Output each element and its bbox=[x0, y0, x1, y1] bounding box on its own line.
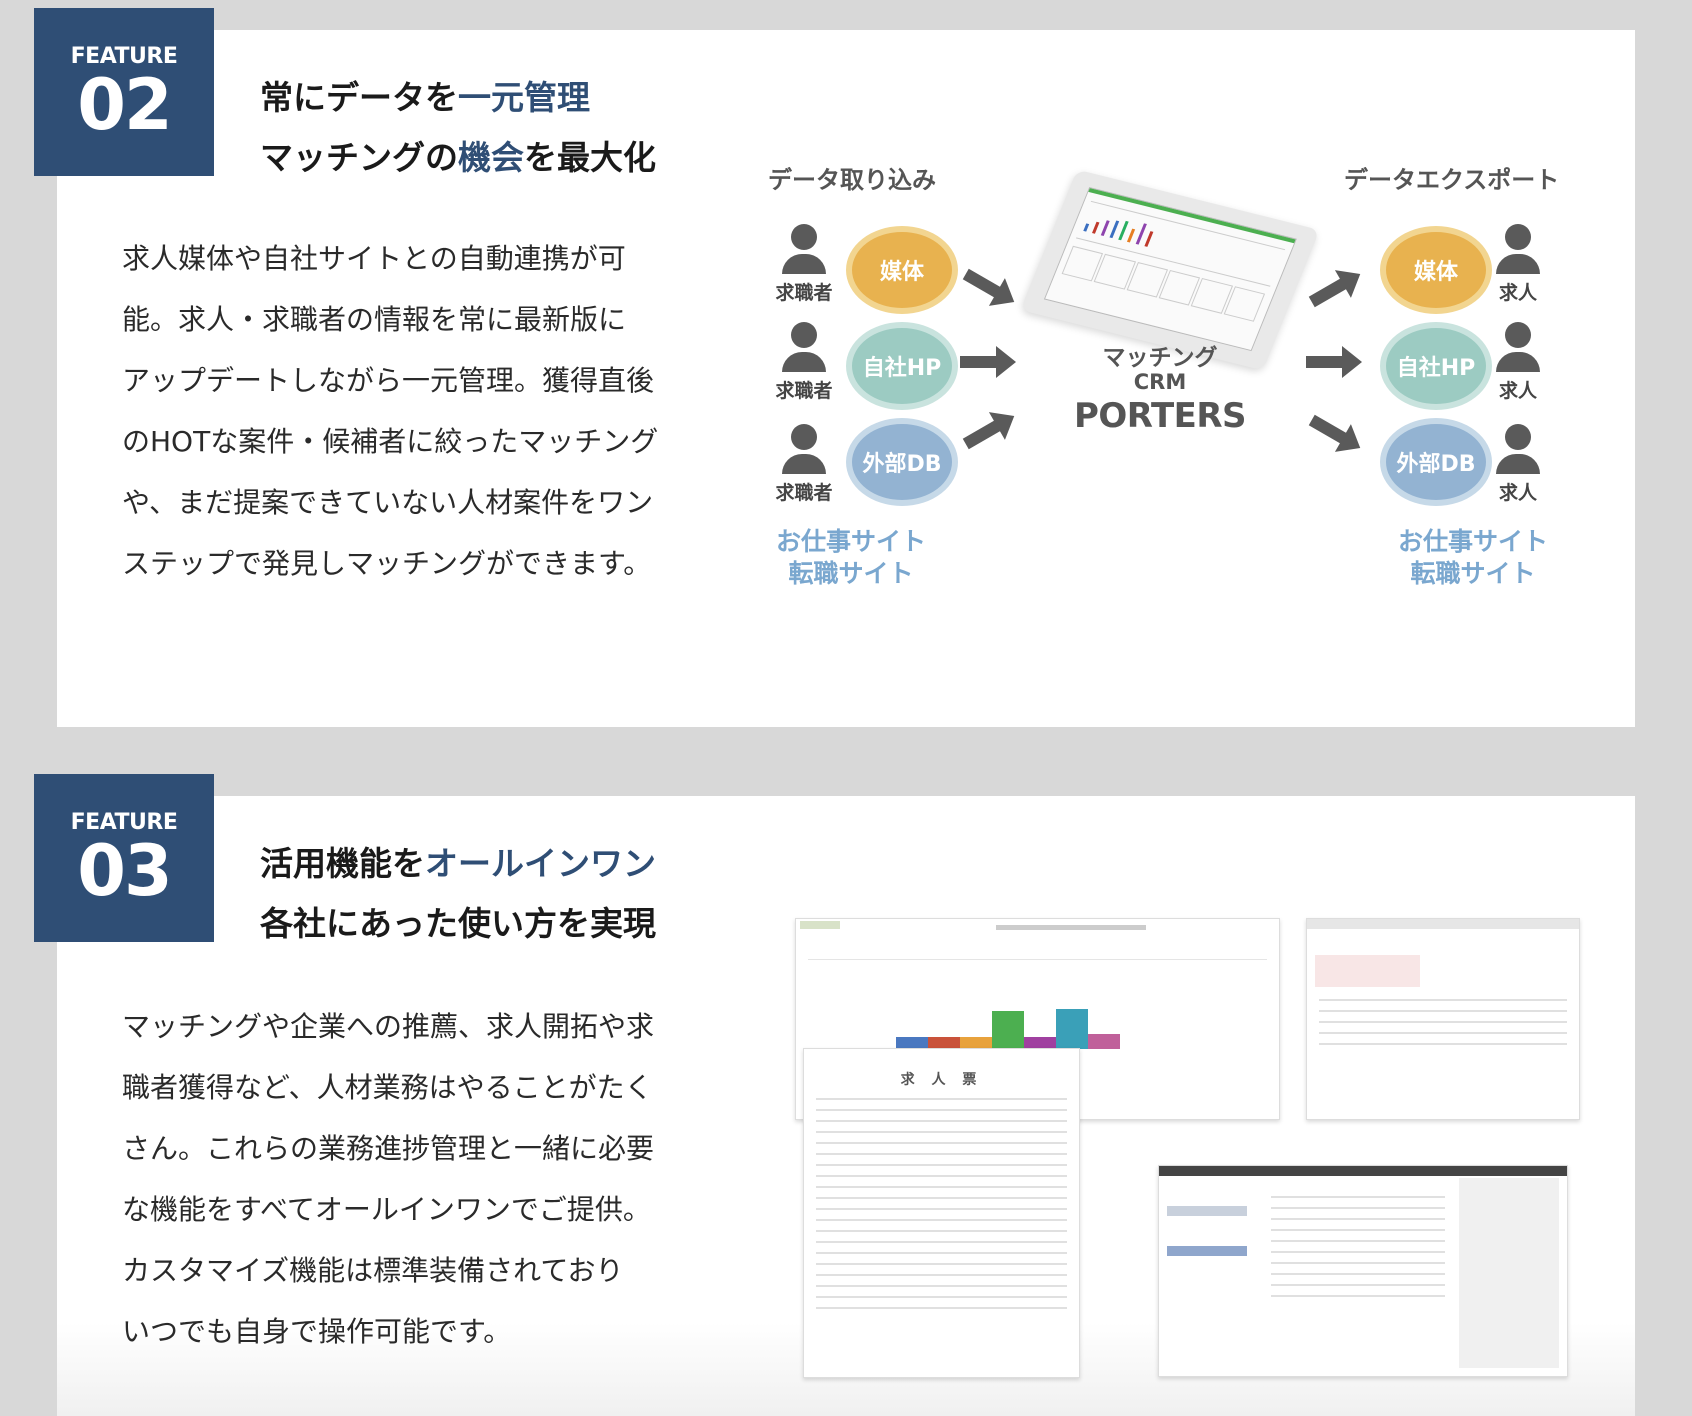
description-line: ステップで発見しマッチングができます。 bbox=[122, 547, 652, 580]
person-icon bbox=[1494, 322, 1542, 372]
description-line: 能。求人・求職者の情報を常に最新版に bbox=[122, 303, 627, 336]
mini-bar-chart bbox=[896, 989, 1236, 1049]
person-label: 求職者 bbox=[775, 282, 833, 304]
export-external-db: 外部DB bbox=[1380, 418, 1492, 506]
email-screenshot bbox=[1158, 1165, 1568, 1377]
source-media: 媒体 bbox=[846, 226, 958, 314]
crm-line: CRM bbox=[1133, 370, 1187, 394]
description-line: マッチングや企業への推薦、求人開拓や求 bbox=[122, 1010, 655, 1043]
import-heading: データ取り込み bbox=[768, 166, 936, 194]
person-icon bbox=[780, 322, 828, 372]
title-text: 活用機能を bbox=[260, 844, 425, 883]
job-posting-screenshot: 求 人 票 bbox=[803, 1048, 1080, 1378]
sites-line: お仕事サイト bbox=[775, 527, 926, 556]
feature-03-description: マッチングや企業への推薦、求人開拓や求 職者獲得など、人材業務はやることがたく … bbox=[122, 996, 732, 1362]
crm-line: マッチング bbox=[1102, 345, 1218, 371]
description-line: な機能をすべてオールインワンでご提供。 bbox=[122, 1193, 651, 1226]
matching-screenshot bbox=[1306, 918, 1580, 1120]
person-label: 求人 bbox=[1498, 482, 1537, 504]
description-line: や、まだ提案できていない人材案件をワン bbox=[122, 486, 654, 519]
title-text: を最大化 bbox=[524, 138, 656, 177]
person-icon bbox=[780, 224, 828, 274]
person-icon bbox=[1494, 224, 1542, 274]
export-company-hp: 自社HP bbox=[1380, 322, 1492, 410]
feature-02-title: 常にデータを一元管理 マッチングの機会を最大化 bbox=[260, 68, 656, 188]
export-sites-label: お仕事サイト 転職サイト bbox=[1378, 526, 1568, 590]
feature-number: 03 bbox=[77, 830, 172, 912]
description-line: いつでも自身で操作可能です。 bbox=[122, 1315, 512, 1348]
title-highlight: 一元管理 bbox=[458, 78, 590, 117]
title-text: 各社にあった使い方を実現 bbox=[260, 904, 656, 943]
person-icon bbox=[1494, 424, 1542, 474]
export-media: 媒体 bbox=[1380, 226, 1492, 314]
arrow-right-icon bbox=[960, 346, 1016, 378]
sites-line: 転職サイト bbox=[1410, 559, 1536, 588]
arrow-up-right-icon bbox=[962, 412, 1015, 450]
description-line: 求人媒体や自社サイトとの自動連携が可 bbox=[122, 242, 626, 275]
sites-line: 転職サイト bbox=[788, 559, 914, 588]
description-line: さん。これらの業務進捗管理と一緒に必要 bbox=[122, 1132, 655, 1165]
feature-03-badge: FEATURE 03 bbox=[34, 774, 214, 942]
person-icon bbox=[780, 424, 828, 474]
document-title: 求 人 票 bbox=[900, 1072, 983, 1088]
title-highlight: オールインワン bbox=[425, 844, 656, 883]
person-label: 求職者 bbox=[775, 380, 833, 402]
source-company-hp: 自社HP bbox=[846, 322, 958, 410]
feature-02-description: 求人媒体や自社サイトとの自動連携が可 能。求人・求職者の情報を常に最新版に アッ… bbox=[122, 228, 732, 594]
description-line: 職者獲得など、人材業務はやることがたく bbox=[122, 1071, 653, 1104]
sites-line: お仕事サイト bbox=[1397, 527, 1548, 556]
import-sites-label: お仕事サイト 転職サイト bbox=[756, 526, 946, 590]
title-text: 常にデータを bbox=[260, 78, 458, 117]
title-highlight: 機会 bbox=[458, 138, 524, 177]
arrow-down-right-icon bbox=[962, 268, 1015, 306]
crm-label: マッチング CRM PORTERS bbox=[1060, 345, 1260, 439]
title-text: マッチングの bbox=[260, 138, 458, 177]
person-label: 求人 bbox=[1498, 282, 1537, 304]
person-label: 求職者 bbox=[775, 482, 833, 504]
feature-03-title: 活用機能をオールインワン 各社にあった使い方を実現 bbox=[260, 834, 656, 954]
arrow-down-right-icon bbox=[1308, 414, 1361, 452]
export-heading: データエクスポート bbox=[1344, 166, 1560, 194]
source-external-db: 外部DB bbox=[846, 418, 958, 506]
feature-02-badge: FEATURE 02 bbox=[34, 8, 214, 176]
feature-number: 02 bbox=[77, 64, 172, 146]
person-label: 求人 bbox=[1498, 380, 1537, 402]
description-line: アップデートしながら一元管理。獲得直後 bbox=[122, 364, 655, 397]
description-line: のHOTな案件・候補者に絞ったマッチング bbox=[122, 425, 659, 458]
arrow-up-right-icon bbox=[1308, 270, 1361, 308]
arrow-right-icon bbox=[1306, 346, 1362, 378]
description-line: カスタマイズ機能は標準装備されており bbox=[122, 1254, 624, 1287]
product-name: PORTERS bbox=[1073, 396, 1247, 436]
